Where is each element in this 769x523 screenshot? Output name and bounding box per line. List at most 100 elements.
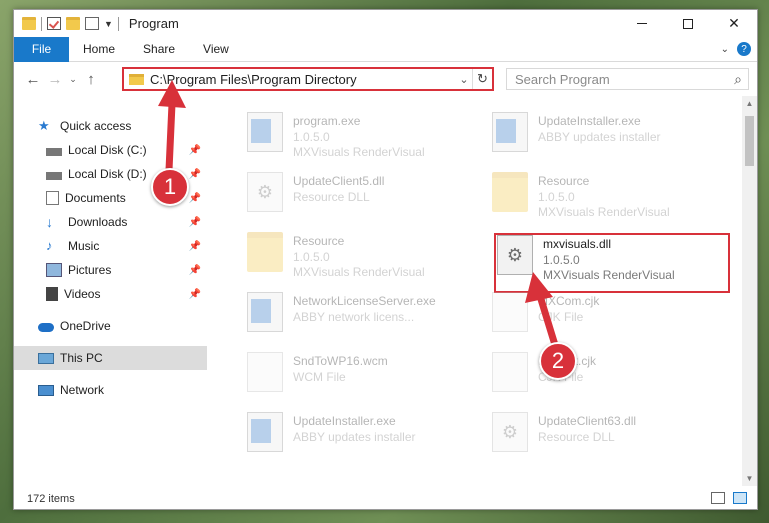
- file-item[interactable]: Resource 1.0.5.0 MXVisuals RenderVisual: [492, 168, 732, 219]
- sidebar-item-label: Music: [68, 239, 100, 253]
- sidebar-item-videos[interactable]: Videos 📌: [14, 282, 207, 306]
- network-icon: [38, 384, 54, 396]
- pin-icon[interactable]: 📌: [189, 217, 201, 228]
- forward-button[interactable]: →: [44, 68, 66, 90]
- window-title: Program: [128, 16, 179, 31]
- sidebar-item-label: OneDrive: [60, 319, 111, 333]
- pin-icon[interactable]: 📌: [189, 289, 201, 300]
- file-name: UpdateClient5.dll: [293, 174, 385, 188]
- sidebar-item-quick-access[interactable]: ★ Quick access: [14, 114, 207, 138]
- minimize-button[interactable]: [619, 10, 665, 37]
- sidebar-item-label: Pictures: [68, 263, 112, 277]
- details-view-icon[interactable]: [711, 492, 725, 504]
- properties-icon[interactable]: [85, 17, 99, 30]
- file-item[interactable]: SndToWP16.wcm WCM File: [247, 348, 487, 398]
- scroll-up-icon[interactable]: ▲: [742, 96, 757, 111]
- sidebar-item-this-pc[interactable]: This PC: [14, 346, 207, 370]
- maximize-icon: [683, 18, 693, 29]
- exe-file-icon: [247, 292, 283, 332]
- file-description: WCM File: [293, 370, 346, 384]
- pin-icon[interactable]: 📌: [189, 193, 201, 204]
- cloud-icon: [38, 323, 54, 332]
- properties-check-icon[interactable]: [47, 17, 61, 30]
- sidebar-item-label: This PC: [60, 351, 103, 365]
- scrollbar-thumb[interactable]: [745, 116, 754, 166]
- pin-icon[interactable]: 📌: [189, 265, 201, 276]
- pin-icon[interactable]: 📌: [189, 169, 201, 180]
- up-button[interactable]: ↑: [80, 68, 102, 90]
- highlight-box: [494, 233, 730, 293]
- sidebar-item-label: Local Disk (C:): [68, 143, 147, 157]
- file-description: Resource DLL: [293, 190, 370, 204]
- file-version: 1.0.5.0: [293, 130, 330, 144]
- folder-icon: [22, 17, 36, 30]
- close-button[interactable]: ✕: [711, 10, 757, 37]
- new-folder-icon[interactable]: [66, 17, 80, 30]
- tab-file[interactable]: File: [14, 36, 69, 62]
- item-count: 172 items: [27, 492, 75, 505]
- step-badge-2: 2: [539, 342, 577, 380]
- file-description: MXVisuals RenderVisual: [538, 205, 670, 219]
- file-item[interactable]: Resource 1.0.5.0 MXVisuals RenderVisual: [247, 228, 487, 279]
- file-description: ABBY network licens...: [293, 310, 415, 324]
- music-icon: ♪: [46, 238, 53, 253]
- view-switcher: [711, 492, 747, 504]
- sidebar-item-label: Local Disk (D:): [68, 167, 147, 181]
- window-controls: ✕: [619, 10, 757, 37]
- pictures-icon: [46, 263, 62, 277]
- quick-access-toolbar: ▼: [14, 10, 119, 37]
- file-item[interactable]: MXCom.cjk CJK File: [492, 288, 732, 338]
- status-bar: 172 items: [14, 486, 757, 509]
- address-history-chevron-icon[interactable]: ⌄: [456, 73, 472, 86]
- tab-view[interactable]: View: [189, 42, 243, 56]
- file-description: Resource DLL: [538, 430, 615, 444]
- sidebar-item-pictures[interactable]: Pictures 📌: [14, 258, 207, 282]
- sidebar-item-onedrive[interactable]: OneDrive: [14, 314, 207, 338]
- sidebar-item-label: Videos: [64, 287, 101, 301]
- sidebar-item-music[interactable]: ♪ Music 📌: [14, 234, 207, 258]
- address-path[interactable]: C:\Program Files\Program Directory: [150, 72, 456, 87]
- file-item[interactable]: UpdateInstaller.exe ABBY updates install…: [492, 108, 732, 158]
- tab-share[interactable]: Share: [129, 42, 189, 56]
- pin-icon[interactable]: 📌: [189, 145, 201, 156]
- search-input[interactable]: Search Program ⌕: [506, 68, 749, 90]
- tiles-view-icon[interactable]: [733, 492, 747, 504]
- star-icon: ★: [38, 118, 50, 133]
- sidebar-item-downloads[interactable]: ↓ Downloads 📌: [14, 210, 207, 234]
- file-name: UpdateInstaller.exe: [538, 114, 641, 128]
- file-name: program.exe: [293, 114, 361, 128]
- sidebar-item-label: Quick access: [60, 119, 132, 133]
- file-item[interactable]: ⚙ UpdateClient5.dll Resource DLL: [247, 168, 487, 218]
- help-icon[interactable]: ?: [737, 42, 751, 56]
- search-icon[interactable]: ⌕: [734, 71, 742, 88]
- customize-toolbar-chevron-icon[interactable]: ▼: [104, 19, 113, 29]
- search-placeholder: Search Program: [515, 71, 610, 87]
- folder-icon: [129, 73, 144, 85]
- navigation-pane: ★ Quick access Local Disk (C:) 📌 Local D…: [14, 96, 209, 486]
- recent-locations-chevron-icon[interactable]: ⌄: [66, 68, 80, 90]
- sidebar-item-network[interactable]: Network: [14, 378, 207, 402]
- scroll-down-icon[interactable]: ▼: [742, 471, 757, 486]
- back-button[interactable]: ←: [22, 68, 44, 90]
- expand-ribbon-chevron-icon[interactable]: ⌄: [721, 44, 729, 55]
- file-item[interactable]: program.exe 1.0.5.0 MXVisuals RenderVisu…: [247, 108, 487, 159]
- file-item[interactable]: UpdateInstaller.exe ABBY updates install…: [247, 408, 487, 458]
- folder-icon: [247, 232, 283, 272]
- file-item[interactable]: ⚙ UpdateClient63.dll Resource DLL: [492, 408, 732, 458]
- computer-icon: [38, 352, 54, 364]
- divider: [117, 16, 119, 31]
- vertical-scrollbar[interactable]: ▲ ▼: [742, 96, 757, 486]
- file-explorer-window: ▼ Program ✕ File Home Share View ⌄ ? ← →…: [13, 9, 758, 510]
- file-item[interactable]: NetworkLicenseServer.exe ABBY network li…: [247, 288, 487, 338]
- maximize-button[interactable]: [665, 10, 711, 37]
- dll-file-icon: ⚙: [247, 172, 283, 212]
- file-item[interactable]: Fontset.cjk CJK File: [492, 348, 732, 398]
- pin-icon[interactable]: 📌: [189, 241, 201, 252]
- document-file-icon: [247, 352, 283, 392]
- refresh-button[interactable]: ↻: [472, 69, 492, 89]
- address-bar[interactable]: C:\Program Files\Program Directory ⌄ ↻: [122, 67, 494, 91]
- title-bar: ▼ Program ✕: [14, 10, 757, 37]
- tab-home[interactable]: Home: [69, 42, 129, 56]
- sidebar-item-local-disk-c[interactable]: Local Disk (C:) 📌: [14, 138, 207, 162]
- exe-file-icon: [247, 112, 283, 152]
